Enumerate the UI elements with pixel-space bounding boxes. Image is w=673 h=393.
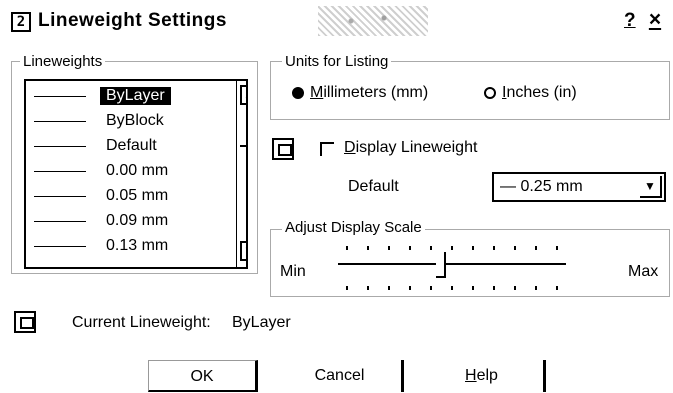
slider-tick-mark (430, 286, 432, 290)
lineweights-scrollbar[interactable]: ▲ ▼ (236, 81, 246, 267)
monitor-icon (272, 138, 294, 160)
lineweight-sample-line (34, 246, 86, 247)
ok-button[interactable]: OK (148, 360, 258, 392)
slider-tick-mark (346, 246, 348, 250)
help-button[interactable]: Help (420, 360, 546, 392)
slider-tick-mark (535, 246, 537, 250)
lineweight-label: Default (106, 137, 157, 154)
lineweight-list-item[interactable]: ByLayer (26, 85, 216, 109)
lineweight-sample-line (34, 171, 86, 172)
slider-tick-mark (367, 286, 369, 290)
display-label-rest: isplay Lineweight (355, 139, 478, 156)
lineweight-sample-line (34, 196, 86, 197)
lineweights-listbox[interactable]: 0.13 mm 0.09 mm 0.05 mm 0.00 mm Default ByBlo… (24, 79, 248, 269)
lineweight-label: 0.13 mm (106, 237, 169, 254)
default-lineweight-select[interactable]: — 0.25 mm ▼ (492, 172, 666, 202)
scroll-up-button[interactable]: ▲ (240, 85, 246, 105)
lineweight-sample-line (34, 96, 86, 97)
slider-tick-mark (472, 246, 474, 250)
scroll-thumb[interactable] (240, 109, 246, 147)
slider-tick-mark (409, 286, 411, 290)
display-scale-track[interactable] (338, 263, 566, 265)
close-button[interactable]: × (644, 8, 666, 32)
slider-tick-mark (409, 246, 411, 250)
display-scale-slider-thumb[interactable] (435, 252, 446, 278)
lineweight-label: ByLayer (100, 87, 171, 105)
slider-tick-mark (388, 286, 390, 290)
millimeters-label: illimeters (mm) (323, 84, 429, 101)
slider-tick-mark (430, 246, 432, 250)
lineweight-list-item[interactable]: 0.13 mm (26, 235, 216, 259)
help-mnemonic: H (465, 367, 477, 384)
lineweight-list-item[interactable]: Default (26, 135, 216, 159)
inches-radio[interactable]: Inches (in) (484, 84, 577, 102)
slider-tick-mark (493, 286, 495, 290)
slider-tick-mark (451, 246, 453, 250)
radio-selected-indicator (292, 86, 304, 99)
lineweights-legend: Lineweights (20, 53, 106, 70)
scale-min-label: Min (280, 263, 306, 280)
lineweight-list-item[interactable]: 0.00 mm (26, 160, 216, 184)
units-legend: Units for Listing (282, 53, 392, 70)
monitor-icon (14, 311, 36, 333)
default-label: Default (348, 178, 399, 195)
help-label-rest: elp (476, 367, 498, 384)
slider-tick-mark (514, 246, 516, 250)
display-lineweight-label[interactable]: Display Lineweight (344, 139, 477, 157)
current-lineweight-value: ByLayer (232, 314, 291, 331)
slider-tick-mark (514, 286, 516, 290)
inches-label: nches (in) (506, 84, 577, 101)
slider-tick-mark (556, 246, 558, 250)
lineweight-list-item[interactable]: ByBlock (26, 110, 216, 134)
lineweight-label: 0.00 mm (106, 162, 169, 179)
window-title: Lineweight Settings (38, 10, 227, 31)
default-lineweight-value: — 0.25 mm (500, 178, 583, 195)
millimeters-mnemonic: M (310, 84, 324, 101)
lineweight-sample-line (34, 121, 86, 122)
slider-tick-mark (535, 286, 537, 290)
title-bar-texture (318, 6, 428, 36)
lineweight-sample-line (34, 221, 86, 222)
radio-unselected-indicator (484, 86, 496, 99)
display-scale-legend: Adjust Display Scale (282, 219, 425, 236)
slider-tick-mark (451, 286, 453, 290)
scale-max-label: Max (628, 263, 659, 280)
slider-tick-mark (556, 286, 558, 290)
scroll-down-button[interactable]: ▼ (240, 241, 246, 261)
slider-tick-mark (472, 286, 474, 290)
context-help-button[interactable]: ? (624, 10, 636, 32)
display-mnemonic: D (344, 139, 356, 156)
lineweight-list-item[interactable]: 0.05 mm (26, 185, 216, 209)
chevron-down-icon[interactable]: ▼ (640, 176, 662, 198)
display-lineweight-checkbox[interactable] (320, 142, 334, 156)
lineweight-sample-line (34, 146, 86, 147)
lineweight-label: 0.09 mm (106, 212, 169, 229)
lineweight-list-item[interactable]: 0.09 mm (26, 210, 216, 234)
slider-tick-mark (388, 246, 390, 250)
current-lineweight-label: Current Lineweight: (72, 314, 211, 331)
slider-tick-mark (493, 246, 495, 250)
millimeters-radio[interactable]: Millimeters (mm) (292, 84, 428, 102)
cancel-button[interactable]: Cancel (278, 360, 404, 392)
slider-tick-mark (346, 286, 348, 290)
lineweight-label: 0.05 mm (106, 187, 169, 204)
slider-tick-mark (367, 246, 369, 250)
app-window-icon[interactable]: 2 (11, 12, 31, 32)
lineweight-label: ByBlock (106, 112, 164, 129)
